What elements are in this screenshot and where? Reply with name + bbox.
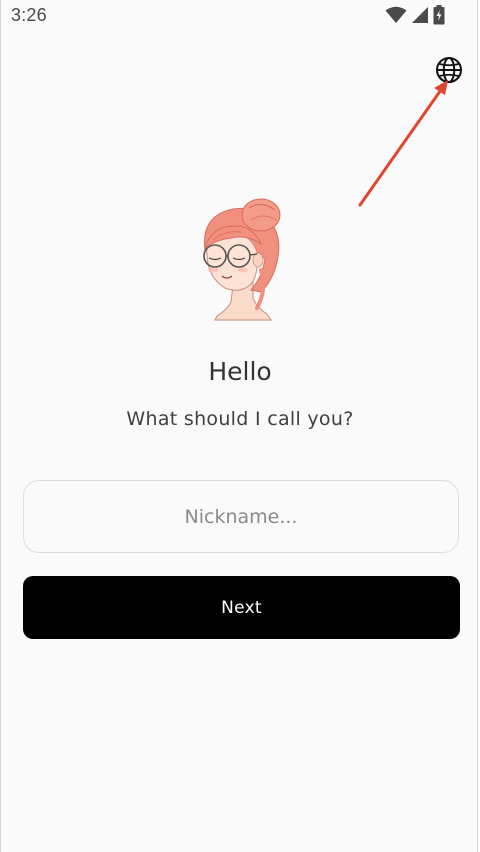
wifi-icon — [385, 6, 407, 23]
name-prompt: What should I call you? — [126, 408, 354, 430]
globe-icon — [436, 57, 462, 83]
girl-with-glasses-illustration — [203, 198, 281, 321]
next-button[interactable]: Next — [23, 576, 460, 639]
status-time: 3:26 — [11, 5, 47, 25]
status-bar: 3:26 — [1, 0, 477, 32]
battery-charging-icon — [433, 5, 445, 25]
nickname-input[interactable] — [23, 480, 459, 553]
greeting-title: Hello — [208, 357, 272, 386]
onboarding-screen: 3:26 Hello What should I call you? Nickn… — [0, 0, 478, 852]
avatar — [191, 190, 291, 322]
status-icons — [385, 5, 445, 25]
language-button[interactable] — [434, 55, 464, 85]
cellular-signal-icon — [412, 7, 428, 23]
